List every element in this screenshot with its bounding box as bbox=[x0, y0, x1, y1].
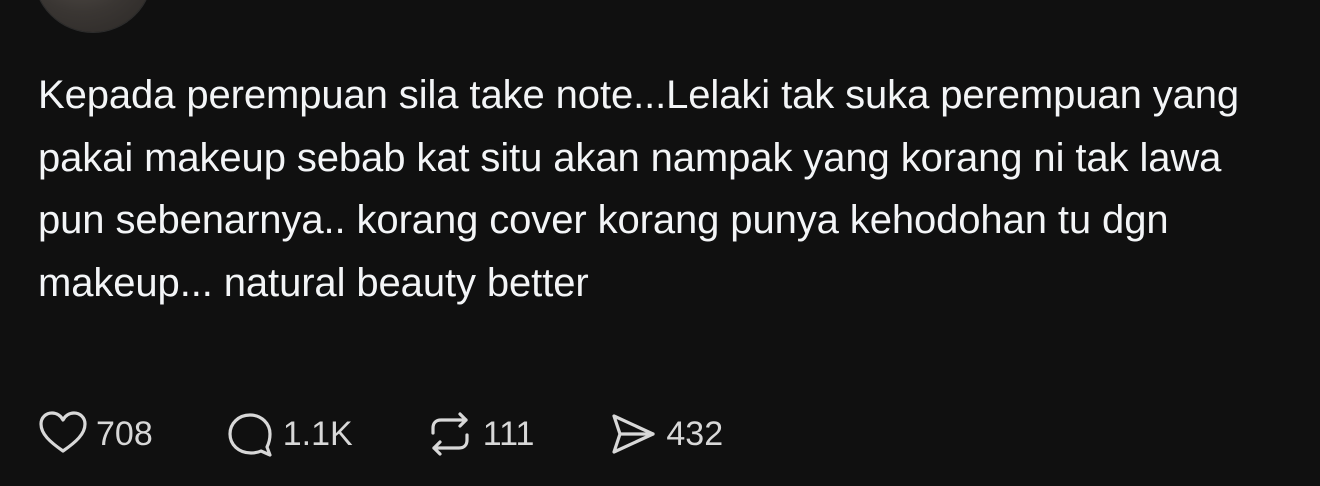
comment-icon bbox=[225, 409, 275, 459]
repost-icon bbox=[425, 409, 475, 459]
reply-button[interactable]: 1.1K bbox=[225, 409, 353, 459]
avatar[interactable] bbox=[34, 0, 152, 32]
repost-button[interactable]: 111 bbox=[425, 409, 535, 459]
reply-count: 1.1K bbox=[282, 414, 353, 453]
send-icon bbox=[608, 409, 658, 459]
post-body-text: Kepada perempuan sila take note...Lelaki… bbox=[38, 73, 1240, 305]
post-actions-bar: 708 1.1K 111 432 bbox=[38, 408, 795, 460]
like-button[interactable]: 708 bbox=[38, 409, 153, 459]
share-button[interactable]: 432 bbox=[608, 409, 723, 459]
repost-count: 111 bbox=[482, 414, 535, 453]
like-count: 708 bbox=[96, 414, 153, 453]
heart-icon bbox=[38, 409, 88, 459]
share-count: 432 bbox=[666, 414, 724, 453]
